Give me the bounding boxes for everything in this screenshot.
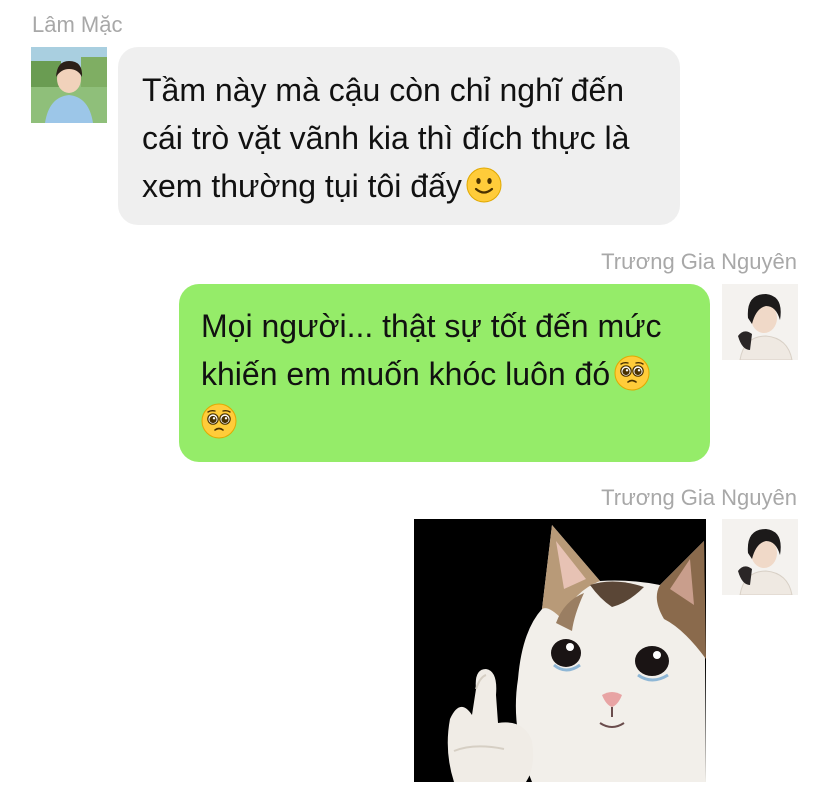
avatar-lam-mac[interactable] <box>31 47 107 123</box>
sender-name: Lâm Mặc <box>32 12 123 37</box>
slightly-smiling-face-emoji <box>466 167 502 203</box>
message-text: Mọi người... thật sự tốt đến mức khiến e… <box>201 308 662 392</box>
pleading-face-emoji <box>201 403 237 439</box>
avatar-image <box>722 519 798 595</box>
message-bubble-incoming[interactable]: Tầm này mà cậu còn chỉ nghĩ đến cái trò … <box>118 47 680 225</box>
sender-name: Trương Gia Nguyên <box>601 249 797 274</box>
avatar-truong-gia-nguyen[interactable] <box>722 284 798 360</box>
crying-cat-thumbs-up-sticker[interactable] <box>414 519 706 782</box>
message-bubble-outgoing[interactable]: Mọi người... thật sự tốt đến mức khiến e… <box>179 284 710 462</box>
avatar-image <box>31 47 107 123</box>
chat-window: Lâm Mặc Tầm này mà cậu còn chỉ nghĩ đến … <box>0 0 828 793</box>
message-text: Tầm này mà cậu còn chỉ nghĩ đến cái trò … <box>142 72 630 204</box>
avatar-image <box>722 284 798 360</box>
sender-name: Trương Gia Nguyên <box>601 485 797 510</box>
pleading-face-emoji <box>614 355 650 391</box>
avatar-truong-gia-nguyen[interactable] <box>722 519 798 595</box>
sticker-image <box>414 519 706 782</box>
